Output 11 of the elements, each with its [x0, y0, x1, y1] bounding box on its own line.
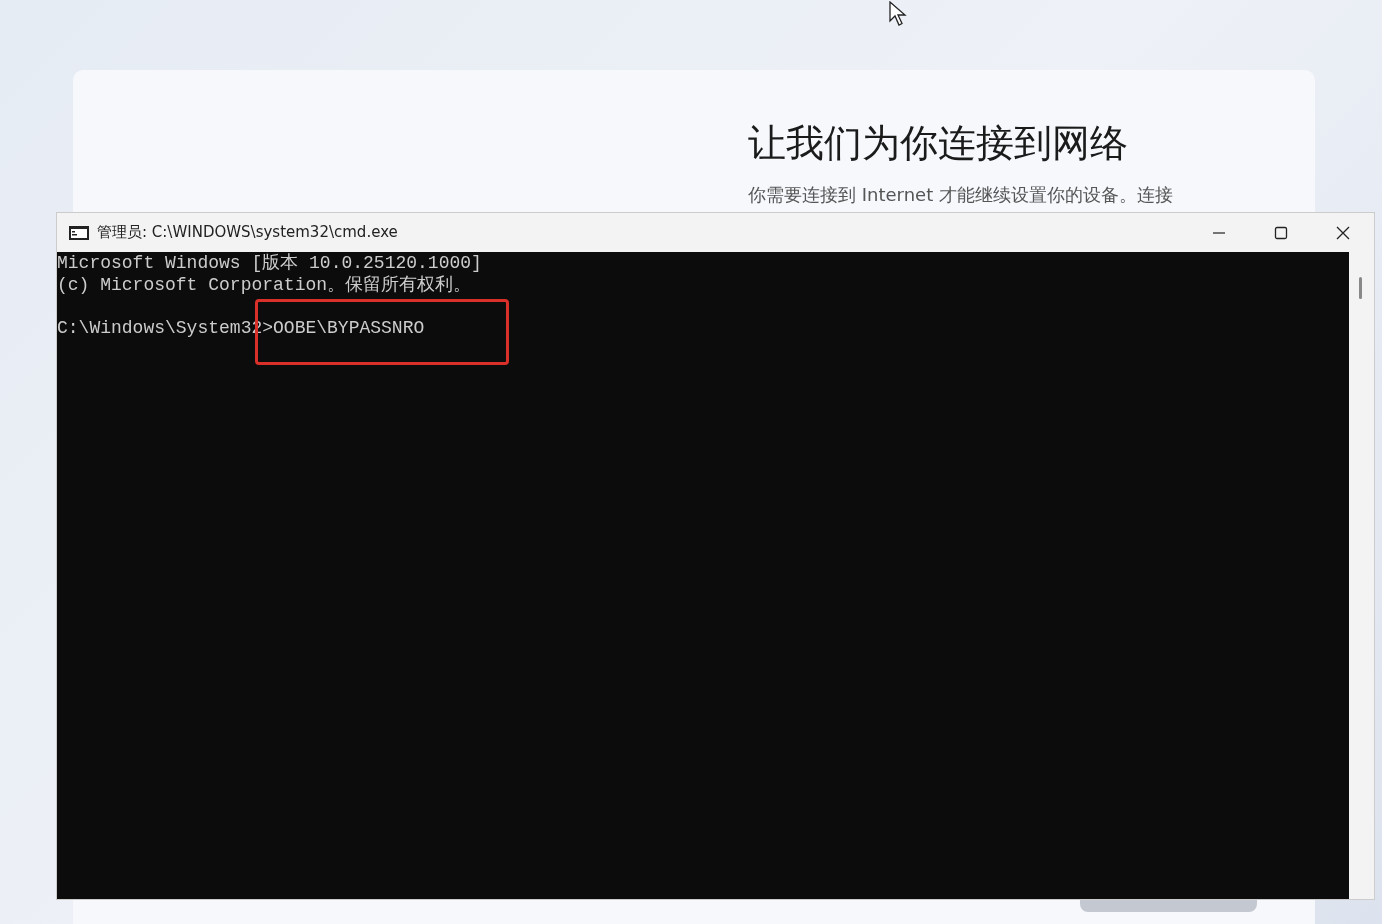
page-title: 让我们为你连接到网络	[748, 120, 1129, 167]
console-line: Microsoft Windows [版本 10.0.25120.1000]	[57, 253, 483, 275]
maximize-icon	[1274, 225, 1288, 240]
console-icon	[69, 225, 89, 240]
page-description: 你需要连接到 Internet 才能继续设置你的设备。连接	[748, 183, 1173, 207]
window-title: 管理员: C:\WINDOWS\system32\cmd.exe	[97, 223, 398, 242]
scrollbar-thumb[interactable]	[1359, 277, 1362, 299]
mouse-cursor-icon	[889, 1, 907, 27]
minimize-icon	[1213, 231, 1225, 234]
close-icon	[1336, 225, 1350, 240]
console-line: (c) Microsoft Corporation。保留所有权利。	[57, 274, 473, 296]
